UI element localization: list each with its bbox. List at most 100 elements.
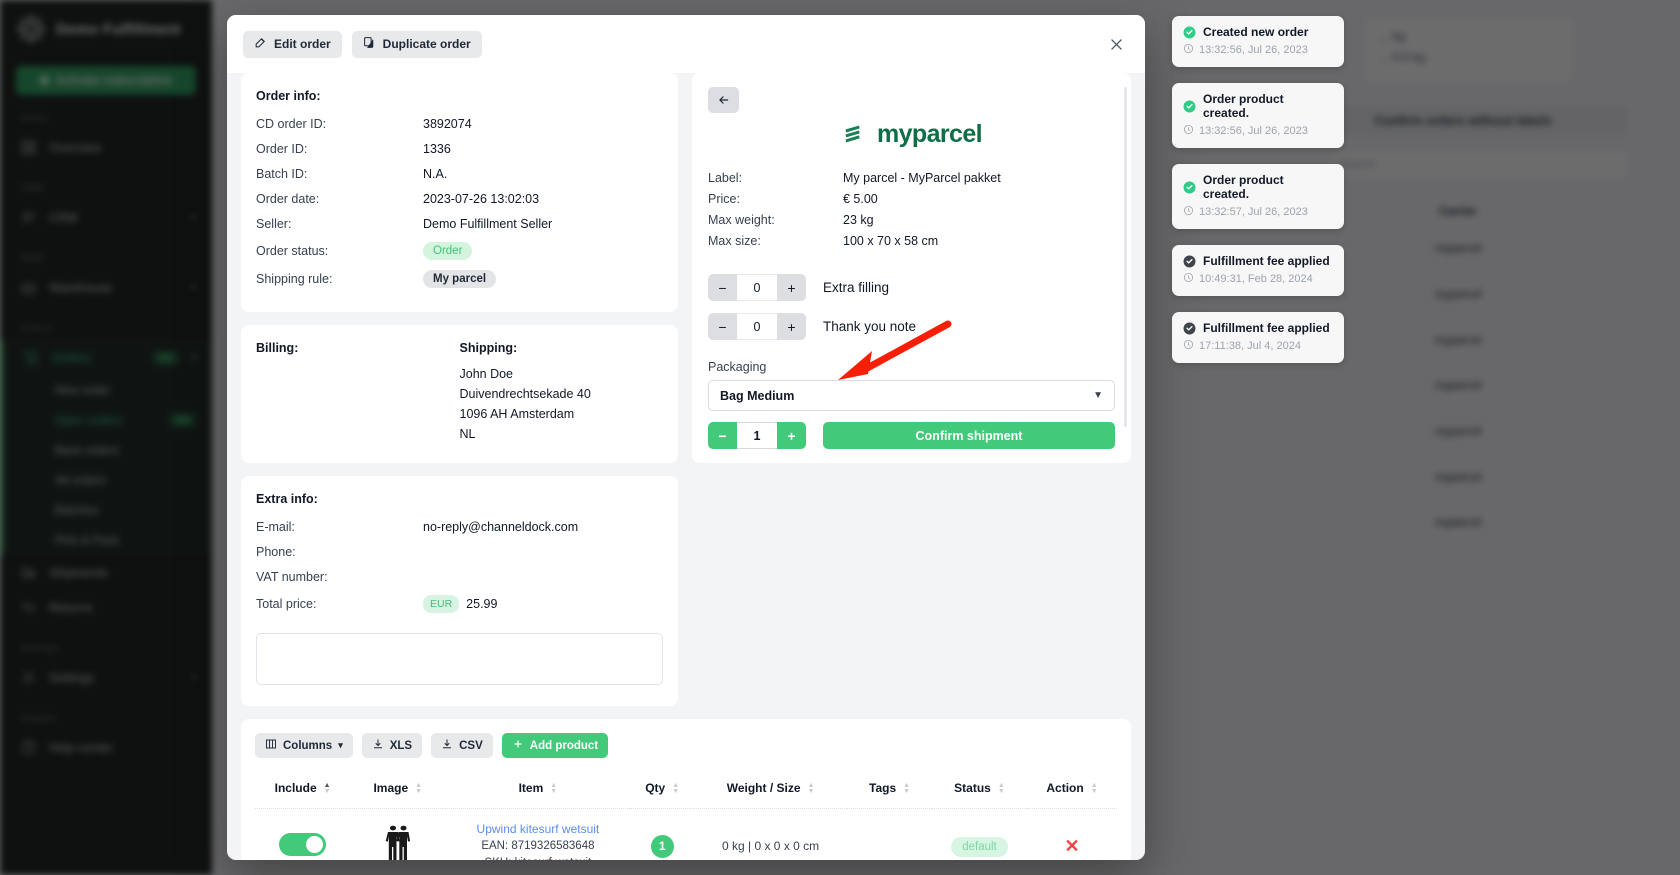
download-icon: [441, 738, 453, 753]
table-row: Upwind kitesurf wetsuit EAN: 87193265836…: [255, 809, 1117, 860]
extra-filling-label: Extra filling: [823, 280, 890, 295]
notification-toast[interactable]: Order product created. 13:32:56, Jul 26,…: [1172, 83, 1344, 148]
row-value: 23 kg: [843, 213, 874, 227]
modal-header: Edit order Duplicate order: [227, 15, 1145, 73]
quantity-decrement-button[interactable]: −: [708, 422, 737, 449]
packaging-label: Packaging: [708, 360, 767, 374]
duplicate-order-button[interactable]: Duplicate order: [351, 30, 482, 58]
vat-row: VAT number:: [256, 568, 663, 585]
address-columns: Billing: Shipping: John Doe Duivendrecht…: [256, 341, 663, 447]
shipping-rule-badge: My parcel: [423, 270, 497, 288]
total-price-value: 25.99: [466, 597, 498, 611]
row-label: Seller:: [256, 216, 292, 231]
product-thumbnail: [381, 825, 415, 860]
product-link[interactable]: Upwind kitesurf wetsuit: [449, 820, 626, 838]
check-circle-icon: [1183, 181, 1196, 194]
modal-columns: Order info: CD order ID: 3892074 Order I…: [241, 73, 1131, 719]
notification-title-row: Fulfillment fee applied: [1183, 321, 1333, 335]
column-header-label: Action: [1046, 781, 1084, 795]
column-item[interactable]: Item ▲ ▼: [445, 772, 631, 809]
order-note-textarea[interactable]: [256, 633, 663, 685]
thank-you-note-increment-button[interactable]: +: [777, 313, 806, 340]
sort-icon[interactable]: ▲ ▼: [550, 782, 557, 795]
address-panel: Billing: Shipping: John Doe Duivendrecht…: [241, 325, 678, 463]
modal-header-actions: Edit order Duplicate order: [243, 30, 482, 58]
column-image[interactable]: Image ▲ ▼: [350, 772, 446, 809]
sort-icon[interactable]: ▲ ▼: [808, 782, 815, 795]
notification-time: 17:11:38, Jul 4, 2024: [1199, 340, 1301, 352]
notification-toast[interactable]: Fulfillment fee applied 10:49:31, Feb 28…: [1172, 245, 1344, 296]
column-include[interactable]: Include ▲ ▼: [255, 772, 351, 809]
column-weight-size[interactable]: Weight / Size ▲ ▼: [693, 772, 848, 809]
order-info-row: Order date: 2023-07-26 13:02:03: [256, 190, 663, 207]
delete-icon[interactable]: ✕: [1064, 836, 1079, 856]
edit-order-button[interactable]: Edit order: [243, 30, 342, 58]
row-value: € 5.00: [843, 192, 878, 206]
notification-title-row: Fulfillment fee applied: [1183, 254, 1333, 268]
extra-filling-value[interactable]: 0: [737, 274, 777, 301]
panel-scrollbar[interactable]: [1124, 87, 1127, 427]
column-header-label: Status: [954, 781, 991, 795]
column-status[interactable]: Status ▲ ▼: [931, 772, 1028, 809]
total-price-row: Total price: EUR 25.99: [256, 595, 663, 613]
notification-time-row: 10:49:31, Feb 28, 2024: [1183, 272, 1333, 286]
notification-toast[interactable]: Fulfillment fee applied 17:11:38, Jul 4,…: [1172, 312, 1344, 363]
billing-title: Billing:: [256, 341, 299, 355]
column-qty[interactable]: Qty ▲ ▼: [630, 772, 694, 809]
shipping-title: Shipping:: [459, 341, 518, 355]
add-product-button[interactable]: Add product: [501, 733, 609, 758]
sort-icon[interactable]: ▲ ▼: [324, 782, 331, 795]
thank-you-note-value[interactable]: 0: [737, 313, 777, 340]
myparcel-logo: myparcel: [708, 120, 1115, 149]
notification-title-row: Created new order: [1183, 25, 1333, 39]
export-xls-button[interactable]: XLS: [361, 733, 423, 758]
column-tags[interactable]: Tags ▲ ▼: [847, 772, 932, 809]
notification-time-row: 13:32:56, Jul 26, 2023: [1183, 124, 1333, 138]
notification-title-row: Order product created.: [1183, 92, 1333, 120]
row-value: 100 x 70 x 58 cm: [843, 234, 939, 248]
notification-toast[interactable]: Created new order 13:32:56, Jul 26, 2023: [1172, 16, 1344, 67]
email-value[interactable]: no-reply@channeldock.com: [423, 520, 578, 534]
quantity-increment-button[interactable]: +: [777, 422, 806, 449]
status-badge: Order: [423, 242, 473, 260]
row-value: N.A.: [423, 166, 448, 181]
sort-icon[interactable]: ▲ ▼: [998, 782, 1005, 795]
edit-order-label: Edit order: [274, 37, 331, 51]
close-icon[interactable]: [1103, 31, 1129, 57]
row-label: Order status:: [256, 244, 329, 258]
row-value: My parcel - MyParcel pakket: [843, 171, 1001, 185]
packaging-select[interactable]: Bag Medium ▼: [708, 380, 1115, 411]
thank-you-note-decrement-button[interactable]: −: [708, 313, 737, 340]
sort-icon[interactable]: ▲ ▼: [415, 782, 422, 795]
shipping-line: John Doe: [459, 367, 514, 381]
extra-filling-decrement-button[interactable]: −: [708, 274, 737, 301]
order-status-row: Order status: Order: [256, 242, 663, 260]
notification-title: Created new order: [1203, 25, 1309, 39]
notification-time-row: 13:32:57, Jul 26, 2023: [1183, 205, 1333, 219]
clock-icon: [1183, 124, 1194, 138]
notification-time-row: 17:11:38, Jul 4, 2024: [1183, 339, 1333, 353]
sort-icon[interactable]: ▲ ▼: [672, 782, 679, 795]
column-action[interactable]: Action ▲ ▼: [1027, 772, 1117, 809]
notification-title: Fulfillment fee applied: [1203, 321, 1330, 335]
status-badge: default: [951, 837, 1008, 858]
shipping-line: NL: [459, 427, 476, 441]
thank-you-note-stepper[interactable]: − 0 +: [708, 313, 806, 340]
include-toggle[interactable]: [279, 833, 327, 857]
notification-stack: Created new order 13:32:56, Jul 26, 2023…: [1172, 16, 1344, 363]
shipment-quantity-stepper[interactable]: − 1 +: [708, 422, 806, 449]
export-csv-button[interactable]: CSV: [431, 733, 493, 758]
sort-icon[interactable]: ▲ ▼: [903, 782, 910, 795]
check-circle-icon: [1183, 322, 1196, 335]
sort-icon[interactable]: ▲ ▼: [1091, 782, 1098, 795]
plus-icon: [512, 738, 524, 753]
column-header-label: Include: [274, 781, 317, 795]
columns-button[interactable]: Columns ▾: [255, 733, 353, 758]
notification-toast[interactable]: Order product created. 13:32:57, Jul 26,…: [1172, 164, 1344, 229]
quantity-value[interactable]: 1: [737, 422, 777, 449]
back-button[interactable]: [708, 87, 739, 113]
notification-time: 10:49:31, Feb 28, 2024: [1199, 273, 1313, 285]
extra-filling-stepper[interactable]: − 0 +: [708, 274, 806, 301]
extra-filling-increment-button[interactable]: +: [777, 274, 806, 301]
confirm-shipment-button[interactable]: Confirm shipment: [823, 422, 1115, 449]
